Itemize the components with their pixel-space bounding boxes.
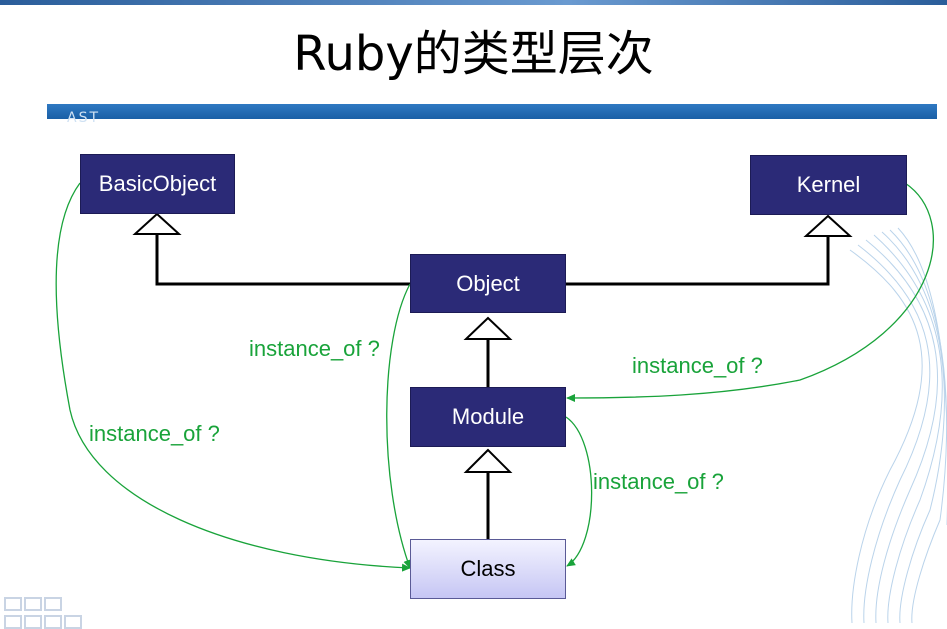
arrow-basicobject-to-class [55, 182, 411, 572]
inherit-arrow-object [463, 316, 513, 340]
inherit-arrow-kernel [803, 214, 853, 237]
node-module: Module [410, 387, 566, 447]
node-basicobject: BasicObject [80, 154, 235, 214]
label-basicobject-to-class: instance_of ? [89, 421, 220, 446]
arrow-object-to-class [386, 283, 412, 569]
node-object: Object [410, 254, 566, 313]
instance-of-arrows [55, 182, 934, 572]
node-kernel: Kernel [750, 155, 907, 215]
inherit-arrow-module [463, 448, 513, 473]
label-kernel-to-module: instance_of ? [632, 353, 763, 378]
decorative-swoosh [849, 227, 947, 623]
label-module-to-class: instance_of ? [593, 469, 724, 494]
node-class: Class [410, 539, 566, 599]
label-object-to-class: instance_of ? [249, 336, 380, 361]
inherit-arrow-basicobject [132, 212, 182, 235]
arrow-module-to-class [565, 416, 593, 567]
